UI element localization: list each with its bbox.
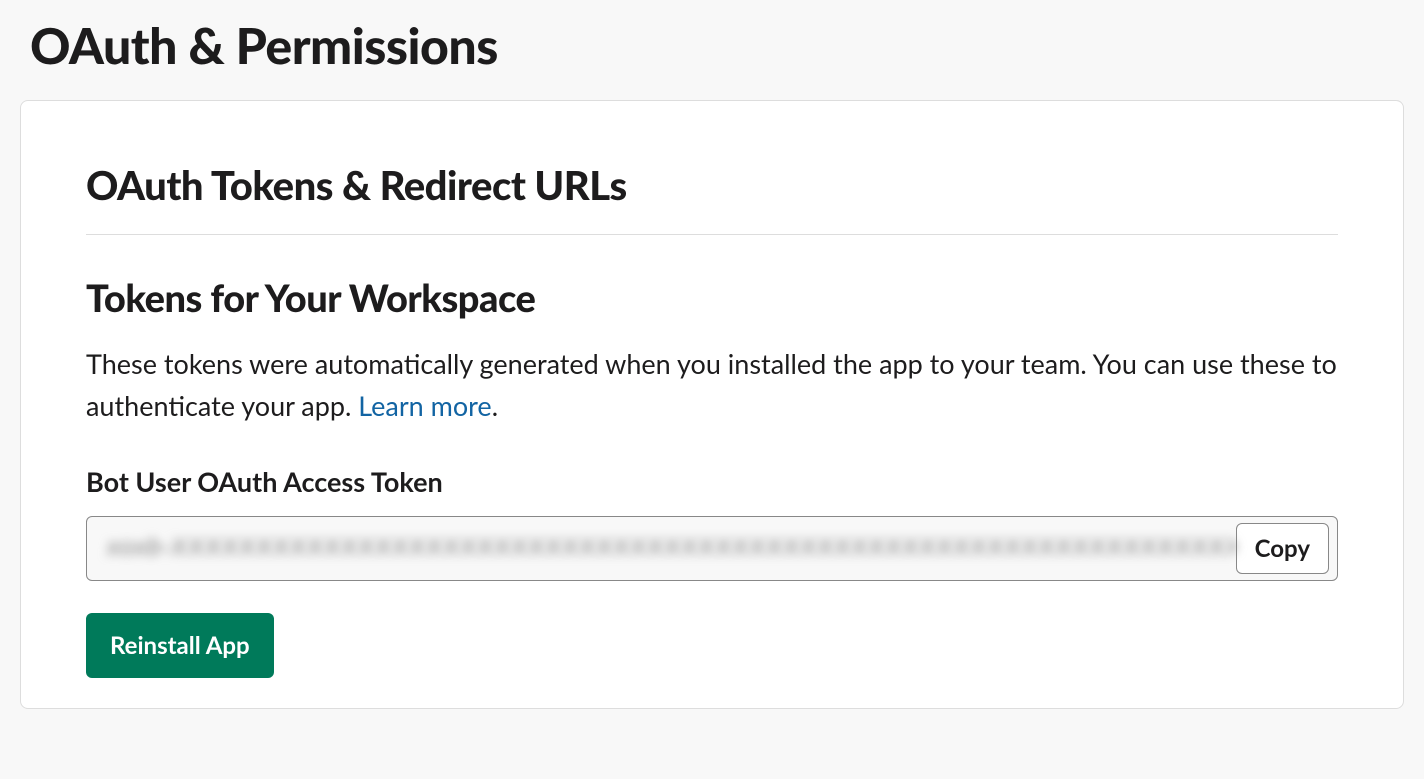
learn-more-link[interactable]: Learn more — [358, 389, 491, 422]
token-input-row: xoxb-XXXXXXXXXXXXXXXXXXXXXXXXXXXXXXXXXXX… — [86, 516, 1338, 581]
description-suffix: . — [492, 389, 498, 422]
section-title: OAuth Tokens & Redirect URLs — [86, 161, 1338, 209]
reinstall-app-button[interactable]: Reinstall App — [86, 613, 274, 678]
page-title: OAuth & Permissions — [30, 15, 1404, 75]
copy-button[interactable]: Copy — [1236, 523, 1329, 574]
divider — [86, 234, 1338, 235]
token-field-label: Bot User OAuth Access Token — [86, 465, 1338, 498]
oauth-tokens-card: OAuth Tokens & Redirect URLs Tokens for … — [20, 100, 1404, 709]
token-value[interactable]: xoxb-XXXXXXXXXXXXXXXXXXXXXXXXXXXXXXXXXXX… — [107, 534, 1236, 562]
tokens-description: These tokens were automatically generate… — [86, 343, 1338, 427]
sub-section-title: Tokens for Your Workspace — [86, 275, 1338, 321]
description-text: These tokens were automatically generate… — [86, 347, 1337, 422]
